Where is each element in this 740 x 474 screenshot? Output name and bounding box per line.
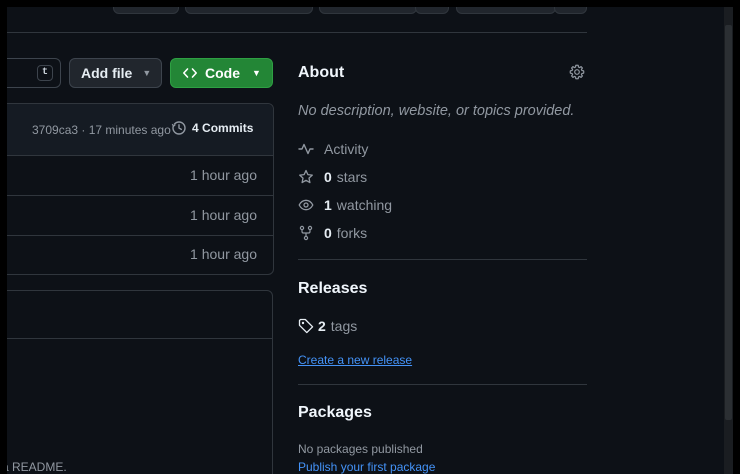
tags-label: tags — [330, 318, 358, 334]
watching-label: watching — [336, 197, 393, 213]
tags-link[interactable]: 2 tags — [298, 318, 357, 334]
stars-link[interactable]: 0 stars — [298, 169, 367, 185]
header-action-button[interactable] — [113, 7, 179, 14]
fork-icon — [299, 225, 313, 241]
file-search-shortcut-key: t — [37, 65, 53, 81]
file-table: 3709ca3 · 17 minutes ago 4 Commits 1 hou… — [7, 103, 274, 275]
commit-time: 1 hour ago — [190, 246, 257, 262]
commits-link[interactable]: 4 Commits — [171, 120, 253, 136]
gear-icon[interactable] — [569, 64, 585, 80]
activity-link[interactable]: Activity — [298, 141, 368, 157]
history-icon — [171, 121, 186, 135]
code-icon — [183, 68, 197, 78]
commits-label: Commits — [202, 121, 254, 135]
header-split-button[interactable] — [456, 7, 556, 14]
tag-icon — [298, 318, 314, 334]
commit-bar: 3709ca3 · 17 minutes ago 4 Commits — [7, 104, 273, 156]
header-split-dropdown[interactable] — [415, 7, 449, 14]
header-divider — [7, 32, 587, 33]
add-file-button[interactable]: Add file ▼ — [69, 58, 162, 88]
tags-count: 2 — [318, 318, 326, 334]
readme-header-divider — [7, 338, 273, 339]
table-row[interactable]: 1 hour ago — [7, 195, 273, 236]
releases-title[interactable]: Releases — [298, 280, 367, 298]
pulse-icon — [298, 143, 314, 155]
forks-link[interactable]: 0 forks — [298, 225, 367, 241]
sidebar-divider — [298, 384, 587, 385]
publish-package-link[interactable]: Publish your first package — [298, 460, 435, 474]
commit-time: 1 hour ago — [190, 207, 257, 223]
eye-icon — [298, 199, 314, 211]
about-description: No description, website, or topics provi… — [298, 103, 575, 119]
code-label: Code — [205, 65, 240, 81]
table-row[interactable]: 1 hour ago — [7, 235, 273, 274]
table-row[interactable]: 1 hour ago — [7, 155, 273, 196]
go-to-file-input[interactable]: t — [7, 58, 61, 88]
add-file-label: Add file — [81, 65, 133, 81]
readme-box — [7, 290, 273, 474]
sidebar-divider — [298, 259, 587, 260]
forks-count: 0 — [324, 225, 332, 241]
commit-hash-time[interactable]: 3709ca3 · 17 minutes ago — [32, 123, 171, 137]
scrollbar-thumb[interactable] — [725, 25, 732, 420]
header-action-button[interactable] — [185, 7, 313, 14]
commits-count: 4 — [192, 121, 199, 135]
create-release-link[interactable]: Create a new release — [298, 353, 412, 367]
header-split-dropdown[interactable] — [554, 7, 587, 14]
header-split-button[interactable] — [319, 7, 417, 14]
readme-hint: a README. — [7, 460, 67, 474]
chevron-down-icon: ▼ — [252, 68, 261, 78]
star-icon — [299, 169, 313, 184]
stars-count: 0 — [324, 169, 332, 185]
chevron-down-icon: ▼ — [142, 68, 152, 78]
about-title: About — [298, 64, 345, 81]
code-button[interactable]: Code ▼ — [170, 58, 273, 88]
watching-count: 1 — [324, 197, 332, 213]
repo-page: t Add file ▼ Code ▼ 3709ca3 · 17 minutes… — [7, 7, 733, 474]
activity-label: Activity — [324, 141, 369, 157]
stars-label: stars — [336, 169, 368, 185]
commit-time: 1 hour ago — [190, 167, 257, 183]
no-packages-text: No packages published — [298, 442, 423, 456]
forks-label: forks — [336, 225, 368, 241]
packages-title[interactable]: Packages — [298, 404, 372, 422]
watchers-link[interactable]: 1 watching — [298, 197, 392, 213]
